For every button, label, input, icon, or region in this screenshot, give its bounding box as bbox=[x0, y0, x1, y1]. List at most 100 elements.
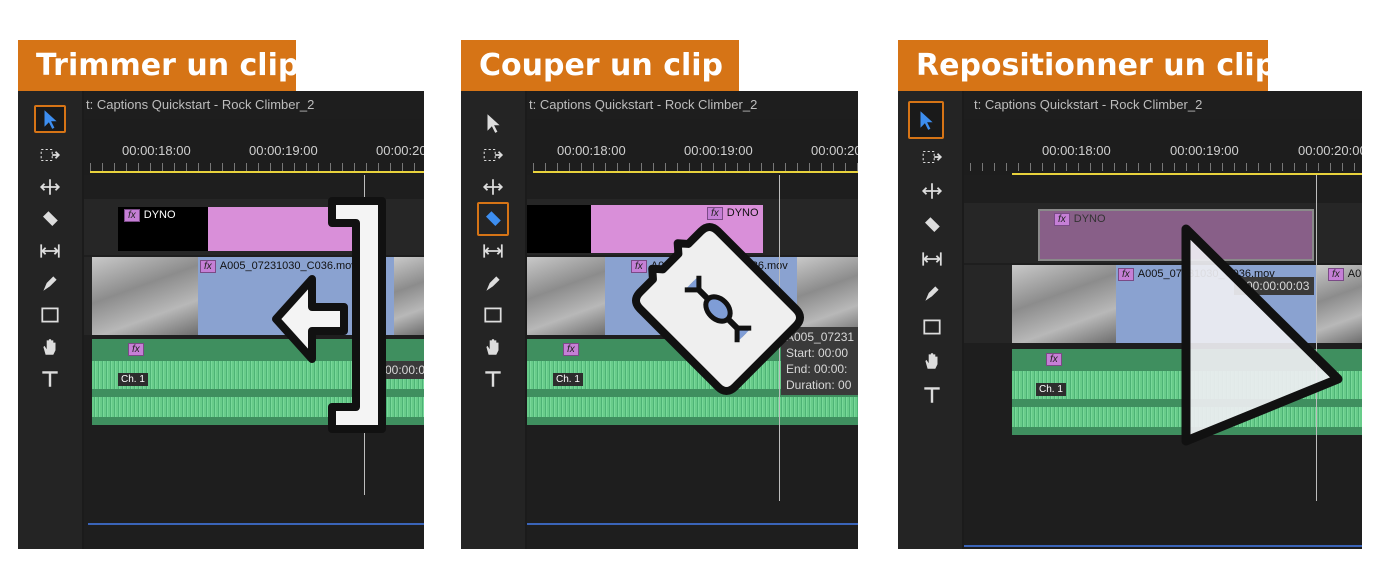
graphic-clip-name: DYNO bbox=[726, 207, 759, 219]
time-ruler[interactable]: 00:00:18:00 00:00:19:00 00:00:20:00 bbox=[964, 119, 1362, 175]
ripple-edit-tool-button[interactable] bbox=[477, 173, 509, 201]
premiere-window: t: Captions Quickstart - Rock Climber_2 … bbox=[898, 91, 1362, 549]
fx-badge: fx bbox=[1054, 213, 1070, 226]
timecode-3: 00:00:20:00 bbox=[1298, 143, 1362, 158]
ripple-edit-tool-button[interactable] bbox=[34, 173, 66, 201]
panel-heading: Couper un clip bbox=[461, 40, 739, 91]
audio-fx-badge: fx bbox=[563, 343, 579, 356]
rectangle-tool-button[interactable] bbox=[916, 313, 948, 341]
rectangle-icon bbox=[41, 307, 59, 323]
audio-channel-label: Ch. 1 bbox=[553, 373, 583, 386]
video-clip-next[interactable] bbox=[394, 257, 424, 335]
video-clip-next[interactable] bbox=[797, 257, 858, 335]
graphic-clip-thumb[interactable] bbox=[527, 205, 591, 253]
premiere-window: t: Captions Quickstart - Rock Climber_2 … bbox=[18, 91, 424, 549]
audio-waveform-2 bbox=[1012, 407, 1362, 427]
sequence-title: t: Captions Quickstart - Rock Climber_2 bbox=[529, 97, 758, 112]
selection-arrow-icon bbox=[44, 110, 57, 129]
timecode-2: 00:00:19:00 bbox=[684, 143, 753, 158]
track-select-tool-button[interactable] bbox=[477, 141, 509, 169]
slip-icon bbox=[483, 244, 503, 258]
video-track-2: fx DYNO bbox=[964, 203, 1362, 263]
hand-tool-button[interactable] bbox=[916, 347, 948, 375]
selection-tool-button[interactable] bbox=[477, 109, 509, 137]
type-icon bbox=[485, 371, 501, 387]
fx-badge: fx bbox=[707, 207, 723, 220]
work-area-bar bbox=[90, 171, 424, 173]
type-tool-button[interactable] bbox=[916, 381, 948, 409]
audio-track-1: fx Ch. 1 bbox=[84, 339, 424, 425]
razor-tool-button[interactable] bbox=[477, 202, 509, 236]
pen-tool-button[interactable] bbox=[916, 279, 948, 307]
timecode-1: 00:00:18:00 bbox=[1042, 143, 1111, 158]
track-select-icon bbox=[922, 150, 943, 164]
scroll-bar[interactable] bbox=[88, 523, 424, 525]
playhead-line bbox=[364, 175, 365, 495]
selection-tool-button[interactable] bbox=[908, 101, 944, 139]
slip-tool-button[interactable] bbox=[477, 237, 509, 265]
timecode-tooltip: 00:00:0 bbox=[380, 361, 424, 379]
ruler-ticks bbox=[533, 163, 858, 171]
ruler-ticks bbox=[970, 163, 1362, 171]
type-icon bbox=[924, 387, 940, 403]
rectangle-icon bbox=[923, 319, 941, 335]
video-clip-label: fx A005_07231030_C036.mov bbox=[631, 260, 788, 273]
panel-heading: Repositionner un clip bbox=[898, 40, 1276, 91]
video-track-1: fx A005_07231030_C036.mov bbox=[84, 257, 424, 335]
hand-tool-button[interactable] bbox=[34, 333, 66, 361]
audio-fx-badge: fx bbox=[1046, 353, 1062, 366]
hand-icon bbox=[43, 339, 56, 355]
tooltip-line-3: End: 00:00: bbox=[786, 362, 848, 376]
pen-tool-button[interactable] bbox=[477, 269, 509, 297]
slip-icon bbox=[40, 244, 60, 258]
graphic-clip-name: DYNO bbox=[143, 209, 176, 221]
time-ruler[interactable]: 00:00:18:00 00:00:19:00 00:00:20 bbox=[527, 119, 858, 175]
playhead-line bbox=[1316, 175, 1317, 501]
video-track-2: fx DYNO bbox=[527, 199, 858, 255]
tooltip-line-2: Start: 00:00 bbox=[786, 346, 849, 360]
pen-tool-button[interactable] bbox=[34, 269, 66, 297]
video-clip-thumb[interactable] bbox=[1012, 265, 1116, 343]
premiere-window: t: Captions Quickstart - Rock Climber_2 … bbox=[461, 91, 858, 549]
ripple-edit-tool-button[interactable] bbox=[916, 177, 948, 205]
track-select-icon bbox=[483, 148, 504, 162]
video-clip-label: fx A005_07231030_C036.mov bbox=[200, 260, 357, 273]
pen-icon bbox=[486, 276, 500, 291]
timecode-1: 00:00:18:00 bbox=[557, 143, 626, 158]
video-clip-name: A005_07231030_C036.mov bbox=[219, 260, 357, 272]
work-area-bar bbox=[533, 171, 858, 173]
offset-tooltip: +00:00:00:03 bbox=[1234, 277, 1315, 295]
fx-badge: fx bbox=[1118, 268, 1134, 281]
video-clip-2-label: fx A0 bbox=[1328, 268, 1361, 281]
video-clip-thumb[interactable] bbox=[92, 257, 198, 335]
audio-track-1: fx Ch. 1 bbox=[964, 349, 1362, 435]
razor-tool-button[interactable] bbox=[916, 211, 948, 239]
timecode-3: 00:00:20 bbox=[811, 143, 858, 158]
pen-icon bbox=[925, 286, 939, 301]
slip-tool-button[interactable] bbox=[34, 237, 66, 265]
scroll-bar[interactable] bbox=[527, 523, 858, 525]
track-select-tool-button[interactable] bbox=[34, 141, 66, 169]
video-clip-thumb[interactable] bbox=[527, 257, 605, 335]
slip-tool-button[interactable] bbox=[916, 245, 948, 273]
selection-tool-button[interactable] bbox=[34, 105, 66, 133]
rectangle-tool-button[interactable] bbox=[34, 301, 66, 329]
hand-tool-button[interactable] bbox=[477, 333, 509, 361]
track-select-tool-button[interactable] bbox=[916, 143, 948, 171]
time-ruler[interactable]: 00:00:18:00 00:00:19:00 00:00:20 bbox=[84, 119, 424, 175]
track-select-icon bbox=[40, 148, 61, 162]
fx-badge: fx bbox=[200, 260, 216, 273]
scroll-bar[interactable] bbox=[964, 545, 1362, 547]
fx-badge: fx bbox=[1328, 268, 1344, 281]
video-clip-2-name: A0 bbox=[1347, 268, 1362, 280]
graphic-clip[interactable] bbox=[208, 207, 358, 251]
razor-tool-button[interactable] bbox=[34, 205, 66, 233]
ripple-edit-icon bbox=[39, 179, 61, 195]
timecode-1: 00:00:18:00 bbox=[122, 143, 191, 158]
timeline: t: Captions Quickstart - Rock Climber_2 … bbox=[964, 91, 1362, 549]
type-tool-button[interactable] bbox=[34, 365, 66, 393]
rectangle-tool-button[interactable] bbox=[477, 301, 509, 329]
graphic-clip-label: fx DYNO bbox=[707, 207, 759, 220]
rectangle-icon bbox=[484, 307, 502, 323]
type-tool-button[interactable] bbox=[477, 365, 509, 393]
